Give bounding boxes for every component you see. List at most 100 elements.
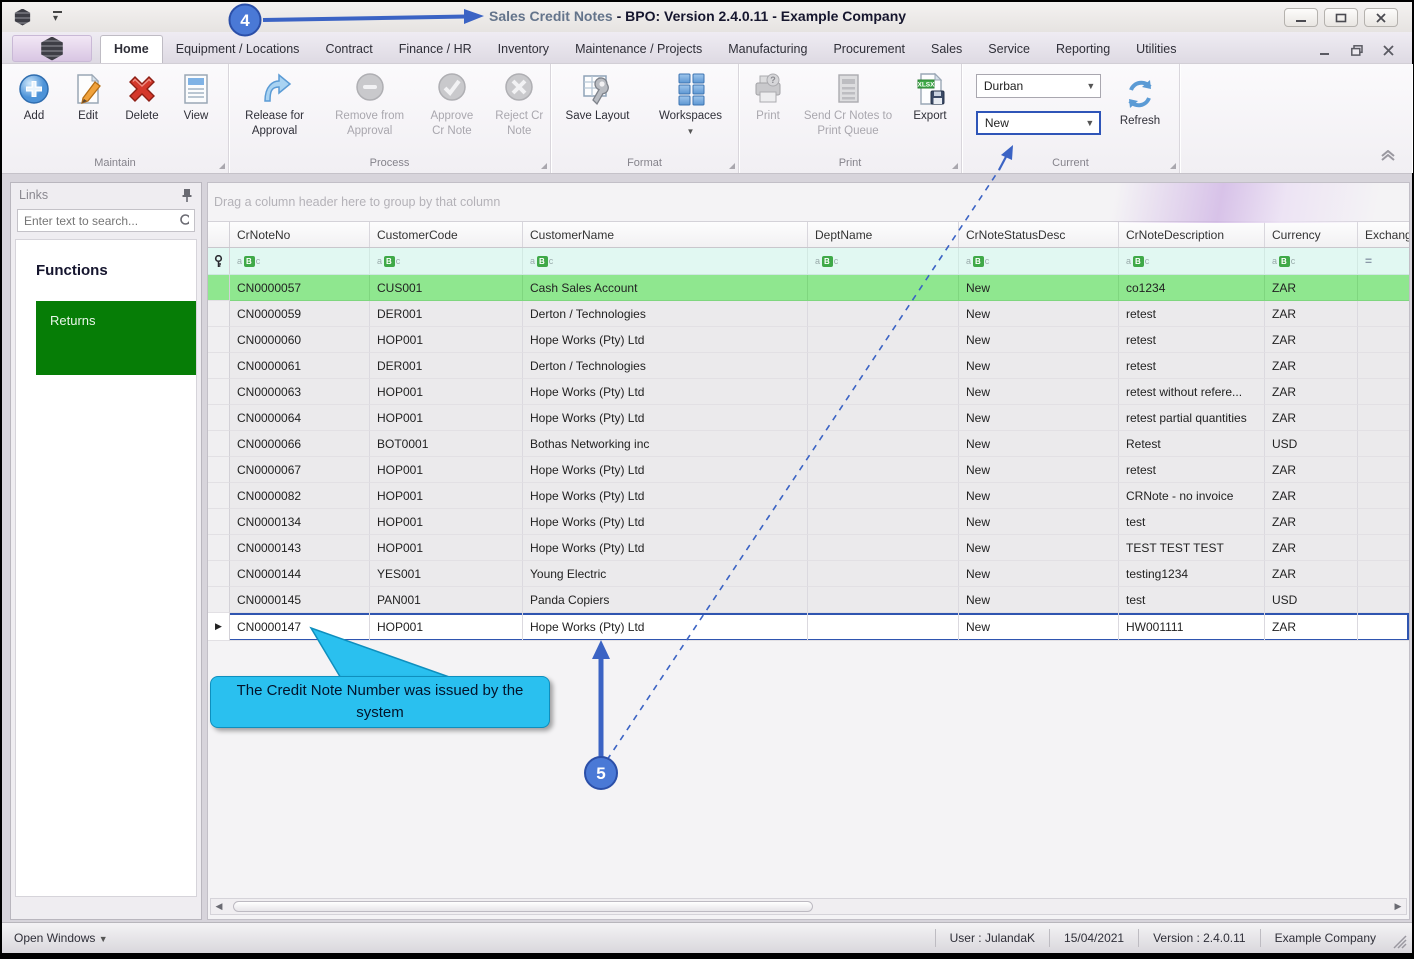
bpo-logo-icon: [41, 36, 63, 61]
grid-cell: CN0000059: [230, 301, 370, 327]
tab-sales[interactable]: Sales: [918, 36, 975, 63]
grid-row-cn0000063[interactable]: CN0000063 HOP001 Hope Works (Pty) Ltd New re…: [208, 379, 1409, 405]
filter-cell-crnotestatusdesc[interactable]: aBc: [959, 248, 1119, 274]
site-dropdown[interactable]: Durban ▼: [975, 74, 1101, 98]
search-icon[interactable]: [179, 213, 189, 229]
grid-row-cn0000144[interactable]: CN0000144 YES001 Young Electric New testing1…: [208, 561, 1409, 587]
quick-access-dropdown-icon[interactable]: ▾: [53, 10, 62, 24]
grid-row-cn0000145[interactable]: CN0000145 PAN001 Panda Copiers New test USD: [208, 587, 1409, 613]
filter-cell-crnoteno[interactable]: aBc: [230, 248, 370, 274]
application-menu-button[interactable]: [12, 35, 92, 62]
tab-manufacturing[interactable]: Manufacturing: [715, 36, 820, 63]
add-icon: [16, 71, 52, 107]
view-button[interactable]: View: [173, 69, 219, 126]
grid-cell: ZAR: [1265, 483, 1358, 509]
header-indicator-cell: [208, 222, 230, 247]
status-dropdown[interactable]: New ▼: [975, 111, 1101, 135]
scroll-right-icon[interactable]: ▶: [1390, 901, 1406, 912]
grid-row-cn0000060[interactable]: CN0000060 HOP001 Hope Works (Pty) Ltd New re…: [208, 327, 1409, 353]
column-header-currency[interactable]: Currency: [1265, 222, 1358, 247]
release-for-approval-button[interactable]: Release for Approval: [229, 69, 320, 141]
column-header-customercode[interactable]: CustomerCode: [370, 222, 523, 247]
refresh-button[interactable]: Refresh: [1115, 74, 1165, 131]
row-indicator: [208, 457, 230, 483]
grid-row-cn0000061[interactable]: CN0000061 DER001 Derton / Technologies New r…: [208, 353, 1409, 379]
grid-cell: YES001: [370, 561, 523, 587]
group-by-bar[interactable]: Drag a column header here to group by th…: [208, 183, 1409, 221]
grid-row-cn0000147[interactable]: ▶ CN0000147 HOP001 Hope Works (Pty) Ltd New H…: [208, 613, 1409, 641]
grid-cell: ZAR: [1265, 457, 1358, 483]
site-dropdown-arrow-icon: ▼: [1086, 81, 1096, 91]
tab-equipment-locations[interactable]: Equipment / Locations: [163, 36, 313, 63]
grid-cell: TEST TEST TEST: [1119, 535, 1265, 561]
tab-contract[interactable]: Contract: [312, 36, 385, 63]
grid-cell: [1358, 535, 1409, 561]
tab-maintenance-projects[interactable]: Maintenance / Projects: [562, 36, 715, 63]
minimize-button[interactable]: [1284, 8, 1318, 27]
grid-cell: CN0000066: [230, 431, 370, 457]
grid-row-cn0000066[interactable]: CN0000066 BOT0001 Bothas Networking inc New…: [208, 431, 1409, 457]
edit-button[interactable]: Edit: [65, 69, 111, 126]
column-header-customername[interactable]: CustomerName: [523, 222, 808, 247]
mdi-close-icon[interactable]: [1383, 45, 1394, 56]
column-header-crnotestatusdesc[interactable]: CrNoteStatusDesc: [959, 222, 1119, 247]
grid-cell: ZAR: [1265, 379, 1358, 405]
add-button[interactable]: Add: [11, 69, 57, 126]
sidebar-item-returns[interactable]: Returns: [36, 301, 196, 375]
filter-cell-customercode[interactable]: aBc: [370, 248, 523, 274]
grid-row-cn0000064[interactable]: CN0000064 HOP001 Hope Works (Pty) Ltd New re…: [208, 405, 1409, 431]
horizontal-scrollbar[interactable]: ◀ ▶: [210, 898, 1407, 915]
mdi-restore-icon[interactable]: [1351, 45, 1363, 56]
filter-cell-customername[interactable]: aBc: [523, 248, 808, 274]
close-button[interactable]: [1364, 8, 1398, 27]
grid-row-cn0000134[interactable]: CN0000134 HOP001 Hope Works (Pty) Ltd New te…: [208, 509, 1409, 535]
grid-cell: Cash Sales Account: [523, 275, 808, 301]
workspaces-button[interactable]: Workspaces ▼: [647, 69, 735, 141]
collapse-ribbon-icon[interactable]: [1380, 149, 1396, 167]
grid-row-cn0000143[interactable]: CN0000143 HOP001 Hope Works (Pty) Ltd New TE…: [208, 535, 1409, 561]
tab-procurement[interactable]: Procurement: [820, 36, 918, 63]
column-header-deptname[interactable]: DeptName: [808, 222, 959, 247]
grid-cell: USD: [1265, 587, 1358, 613]
grid-cell: New: [959, 535, 1119, 561]
tab-reporting[interactable]: Reporting: [1043, 36, 1123, 63]
grid-cell: ZAR: [1265, 535, 1358, 561]
filter-cell-currency[interactable]: aBc: [1265, 248, 1358, 274]
grid-cell: [1358, 587, 1409, 613]
view-icon: [178, 71, 214, 107]
resize-grip[interactable]: [1392, 934, 1408, 950]
grid-row-cn0000059[interactable]: CN0000059 DER001 Derton / Technologies New r…: [208, 301, 1409, 327]
open-windows-button[interactable]: Open Windows ▼: [2, 931, 108, 945]
grid-row-cn0000067[interactable]: CN0000067 HOP001 Hope Works (Pty) Ltd New re…: [208, 457, 1409, 483]
grid-cell: HOP001: [370, 379, 523, 405]
filter-cell-crnotedescription[interactable]: aBc: [1119, 248, 1265, 274]
grid-cell: Hope Works (Pty) Ltd: [523, 535, 808, 561]
pin-icon[interactable]: [181, 188, 193, 202]
maximize-button[interactable]: [1324, 8, 1358, 27]
tab-finance-hr[interactable]: Finance / HR: [386, 36, 485, 63]
delete-button[interactable]: Delete: [119, 69, 165, 126]
tab-service[interactable]: Service: [975, 36, 1043, 63]
grid-cell: [808, 613, 959, 641]
scrollbar-thumb[interactable]: [233, 901, 813, 912]
sidebar-search-input[interactable]: [18, 213, 179, 228]
scroll-left-icon[interactable]: ◀: [211, 901, 227, 912]
tab-inventory[interactable]: Inventory: [485, 36, 562, 63]
column-header-exchang[interactable]: Exchang: [1358, 222, 1409, 247]
filter-key-icon[interactable]: [208, 248, 230, 274]
filter-cell-deptname[interactable]: aBc: [808, 248, 959, 274]
grid-cell: Hope Works (Pty) Ltd: [523, 457, 808, 483]
save-layout-button[interactable]: Save Layout: [555, 69, 641, 126]
mdi-minimize-icon[interactable]: [1320, 45, 1331, 56]
grid-cell: CN0000061: [230, 353, 370, 379]
export-button[interactable]: XLSX Export: [902, 69, 958, 126]
tab-utilities[interactable]: Utilities: [1123, 36, 1189, 63]
tab-home[interactable]: Home: [100, 35, 163, 63]
text-filter-icon: aBc: [966, 255, 991, 267]
grid-row-cn0000057[interactable]: CN0000057 CUS001 Cash Sales Account New co12…: [208, 275, 1409, 301]
grid-row-cn0000082[interactable]: CN0000082 HOP001 Hope Works (Pty) Ltd New CR…: [208, 483, 1409, 509]
column-header-crnotedescription[interactable]: CrNoteDescription: [1119, 222, 1265, 247]
column-header-crnoteno[interactable]: CrNoteNo: [230, 222, 370, 247]
grid-cell: Young Electric: [523, 561, 808, 587]
filter-cell-exchang[interactable]: =: [1358, 248, 1409, 274]
